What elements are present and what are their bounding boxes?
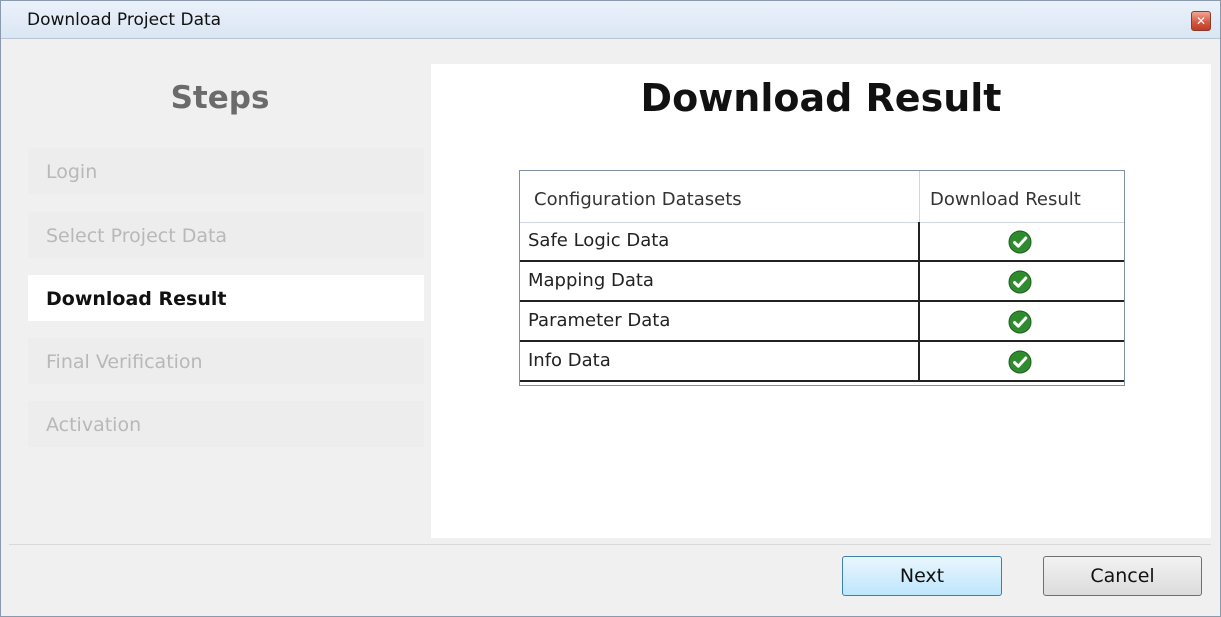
- step-item-activation: Activation: [28, 401, 424, 447]
- step-label: Select Project Data: [46, 225, 228, 247]
- table-row[interactable]: Info Data: [520, 342, 1124, 382]
- success-check-icon: [1008, 230, 1032, 254]
- result-cell: [920, 222, 1124, 262]
- step-item-select-project-data: Select Project Data: [28, 212, 424, 258]
- column-header-label: Configuration Datasets: [534, 189, 742, 210]
- dataset-name: Info Data: [528, 350, 611, 371]
- dataset-name-cell: Safe Logic Data: [520, 222, 920, 262]
- dataset-name-cell: Mapping Data: [520, 262, 920, 302]
- dataset-name: Parameter Data: [528, 310, 671, 331]
- step-item-download-result: Download Result: [28, 275, 424, 321]
- step-label: Activation: [46, 414, 142, 436]
- table-row[interactable]: Safe Logic Data: [520, 222, 1124, 262]
- dataset-name-cell: Parameter Data: [520, 302, 920, 342]
- result-cell: [920, 262, 1124, 302]
- steps-title: Steps: [170, 80, 270, 116]
- step-label: Login: [46, 161, 98, 183]
- column-header-label: Download Result: [930, 189, 1081, 210]
- steps-sidebar: Steps Login Select Project Data Download…: [9, 64, 431, 538]
- table-row[interactable]: Parameter Data: [520, 302, 1124, 342]
- step-label: Final Verification: [46, 351, 203, 373]
- table-header: Configuration Datasets Download Result: [520, 171, 1124, 223]
- step-item-final-verification: Final Verification: [28, 338, 424, 384]
- window-title: Download Project Data: [27, 10, 222, 30]
- next-button[interactable]: Next: [842, 556, 1002, 596]
- success-check-icon: [1008, 350, 1032, 374]
- footer-divider: [9, 544, 1211, 545]
- column-header-datasets[interactable]: Configuration Datasets: [520, 171, 919, 222]
- step-item-login: Login: [28, 148, 424, 194]
- cancel-button[interactable]: Cancel: [1043, 556, 1202, 596]
- results-table: Configuration Datasets Download Result S…: [519, 170, 1125, 386]
- result-cell: [920, 342, 1124, 382]
- step-label: Download Result: [46, 288, 227, 310]
- success-check-icon: [1008, 270, 1032, 294]
- result-cell: [920, 302, 1124, 342]
- column-header-result[interactable]: Download Result: [920, 171, 1124, 222]
- close-icon[interactable]: ✕: [1191, 11, 1211, 31]
- dataset-name: Mapping Data: [528, 270, 654, 291]
- success-check-icon: [1008, 310, 1032, 334]
- dataset-name-cell: Info Data: [520, 342, 920, 382]
- page-title: Download Result: [640, 76, 1002, 120]
- title-bar: Download Project Data ✕: [1, 1, 1220, 39]
- dataset-name: Safe Logic Data: [528, 230, 670, 251]
- table-row[interactable]: Mapping Data: [520, 262, 1124, 302]
